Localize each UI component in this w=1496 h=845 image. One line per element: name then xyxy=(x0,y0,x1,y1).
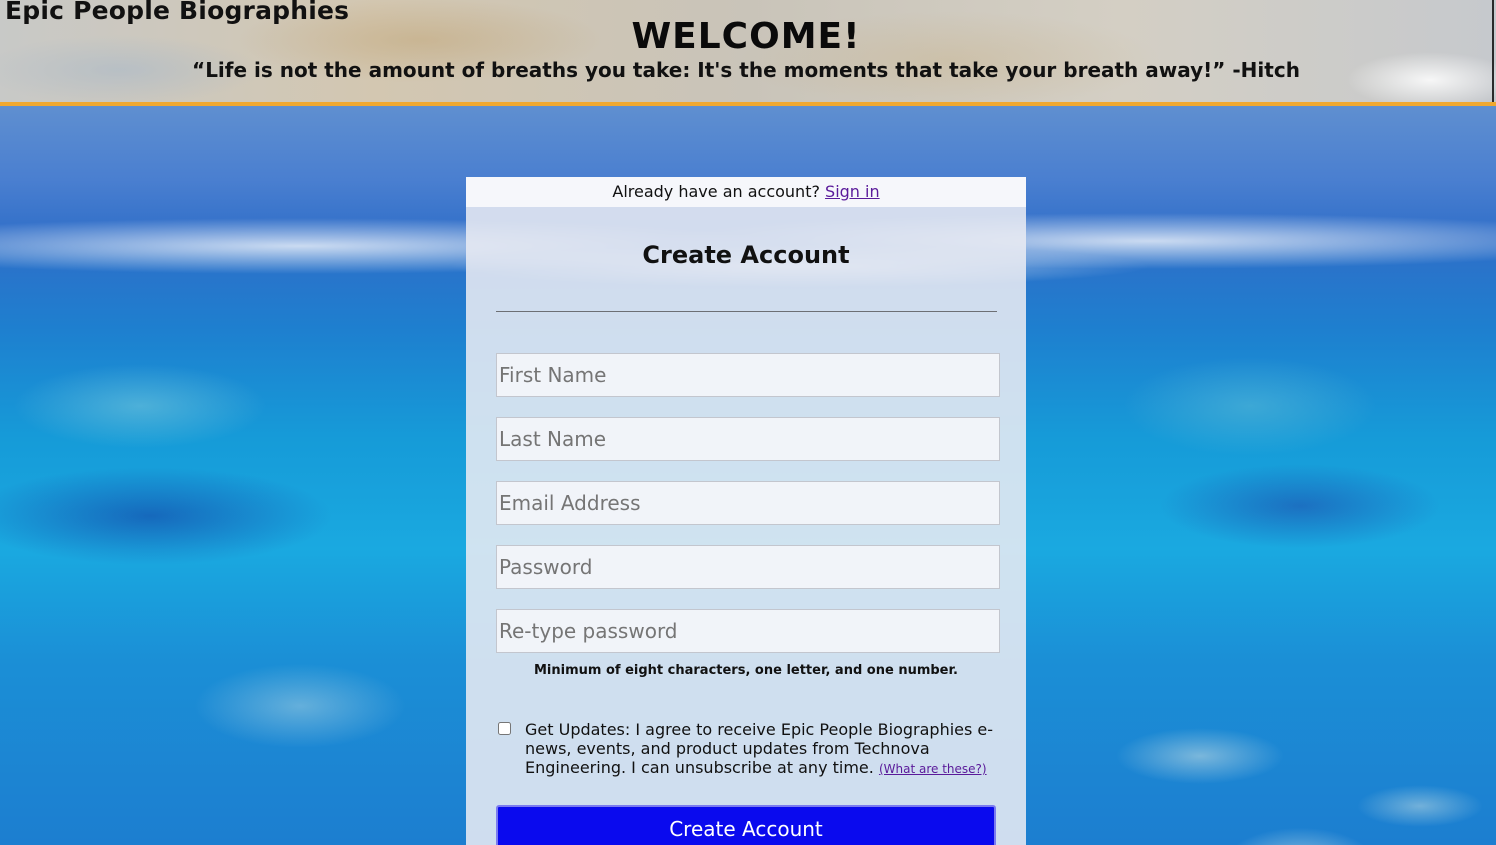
password-field[interactable] xyxy=(496,545,1000,589)
updates-label: Get Updates: I agree to receive Epic Peo… xyxy=(525,720,1005,779)
header-quote: “Life is not the amount of breaths you t… xyxy=(192,58,1300,82)
first-name-field[interactable] xyxy=(496,353,1000,397)
email-field[interactable] xyxy=(496,481,1000,525)
signin-bar: Already have an account? Sign in xyxy=(466,177,1026,207)
header-edge xyxy=(1492,0,1494,102)
what-are-these-link[interactable]: (What are these?) xyxy=(879,762,987,776)
retype-password-field[interactable] xyxy=(496,609,1000,653)
last-name-field[interactable] xyxy=(496,417,1000,461)
create-account-panel: Already have an account? Sign in Create … xyxy=(466,177,1026,845)
create-account-button[interactable]: Create Account xyxy=(496,805,996,845)
form-title: Create Account xyxy=(642,241,850,269)
form-divider xyxy=(496,311,997,312)
signin-prompt: Already have an account? xyxy=(612,182,826,201)
header-banner: Epic People Biographies WELCOME! “Life i… xyxy=(0,0,1496,106)
password-hint: Minimum of eight characters, one letter,… xyxy=(533,663,958,678)
welcome-heading: WELCOME! xyxy=(631,16,861,57)
signin-link[interactable]: Sign in xyxy=(825,182,880,201)
updates-checkbox[interactable] xyxy=(498,722,511,735)
